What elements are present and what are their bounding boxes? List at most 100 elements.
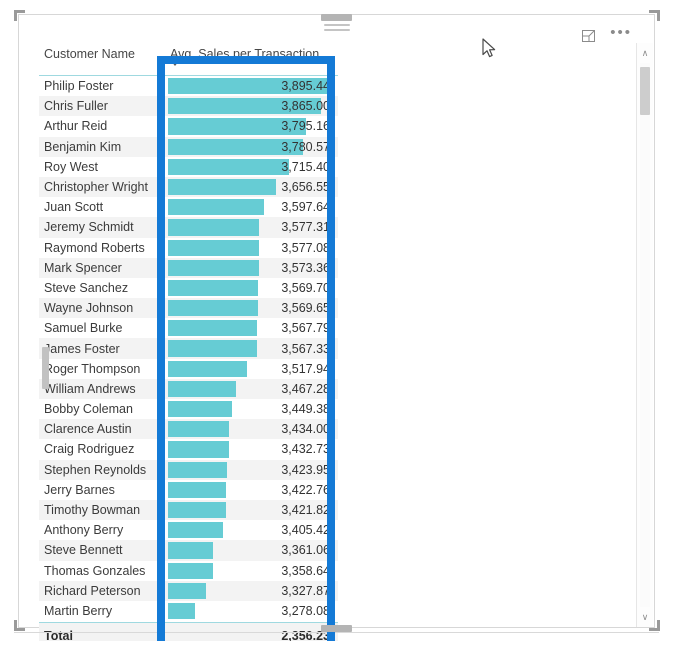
cell-avg-sales[interactable]: 3,569.70 bbox=[162, 278, 338, 298]
cell-avg-sales[interactable]: 3,715.40 bbox=[162, 157, 338, 177]
data-bar bbox=[168, 279, 258, 297]
table-row[interactable]: Samuel Burke 3,567.79 bbox=[39, 318, 338, 339]
resize-handle-bottom-center[interactable] bbox=[321, 625, 352, 632]
table-row[interactable]: Juan Scott 3,597.64 bbox=[39, 197, 338, 218]
cell-avg-sales-label: 3,567.79 bbox=[281, 321, 330, 336]
cell-avg-sales[interactable]: 3,656.55 bbox=[162, 177, 338, 197]
cell-avg-sales[interactable]: 3,577.08 bbox=[162, 238, 338, 258]
table-row[interactable]: Clarence Austin 3,434.00 bbox=[39, 419, 338, 440]
table-row[interactable]: Bobby Coleman 3,449.38 bbox=[39, 399, 338, 420]
cell-avg-sales[interactable]: 3,327.87 bbox=[162, 581, 338, 601]
cell-avg-sales[interactable]: 3,432.73 bbox=[162, 439, 338, 459]
cell-avg-sales[interactable]: 3,780.57 bbox=[162, 137, 338, 157]
table-row[interactable]: Anthony Berry 3,405.42 bbox=[39, 520, 338, 541]
cell-customer-name: Steve Bennett bbox=[44, 543, 123, 558]
cell-avg-sales-label: 3,327.87 bbox=[281, 583, 330, 598]
visual-vertical-scrollbar[interactable]: ∧ ∨ bbox=[636, 43, 653, 627]
scroll-up-arrow-icon[interactable]: ∧ bbox=[637, 45, 653, 61]
table-row[interactable]: Roy West 3,715.40 bbox=[39, 156, 338, 177]
data-bar bbox=[168, 602, 196, 620]
focus-mode-icon[interactable] bbox=[580, 27, 598, 45]
cell-avg-sales-label: 3,577.08 bbox=[281, 240, 330, 255]
cell-avg-sales[interactable]: 3,597.64 bbox=[162, 197, 338, 217]
data-bar bbox=[168, 360, 247, 377]
cell-customer-name: Chris Fuller bbox=[44, 99, 108, 114]
table-row[interactable]: William Andrews 3,467.28 bbox=[39, 378, 338, 399]
data-bar bbox=[168, 158, 289, 175]
cell-customer-name: Steve Sanchez bbox=[44, 280, 129, 295]
cell-avg-sales[interactable]: 3,795.16 bbox=[162, 116, 338, 136]
table-row[interactable]: Roger Thompson 3,517.94 bbox=[39, 358, 338, 379]
cell-avg-sales[interactable]: 3,422.76 bbox=[162, 480, 338, 500]
table-row[interactable]: Chris Fuller 3,865.00 bbox=[39, 96, 338, 117]
table-row[interactable]: Stephen Reynolds 3,423.95 bbox=[39, 459, 338, 480]
table-row[interactable]: Martin Berry 3,278.08 bbox=[39, 600, 338, 622]
cell-avg-sales[interactable]: 3,577.31 bbox=[162, 217, 338, 237]
table-row[interactable]: Benjamin Kim 3,780.57 bbox=[39, 136, 338, 157]
visual-header-icons: ••• bbox=[580, 25, 632, 45]
cell-customer-name: Bobby Coleman bbox=[44, 402, 133, 417]
cell-customer-name: Stephen Reynolds bbox=[44, 462, 147, 477]
more-options-icon[interactable]: ••• bbox=[610, 25, 632, 44]
sort-descending-icon[interactable] bbox=[171, 61, 179, 66]
cell-avg-sales[interactable]: 3,895.44 bbox=[162, 76, 338, 96]
cell-avg-sales[interactable]: 3,865.00 bbox=[162, 96, 338, 116]
data-bar bbox=[168, 340, 258, 357]
visual-drag-grip-icon[interactable] bbox=[324, 24, 350, 33]
table-row[interactable]: Arthur Reid 3,795.16 bbox=[39, 116, 338, 137]
table-row[interactable]: Jeremy Schmidt 3,577.31 bbox=[39, 217, 338, 238]
table-row[interactable]: Richard Peterson 3,327.87 bbox=[39, 580, 338, 601]
table-row[interactable]: Jerry Barnes 3,422.76 bbox=[39, 479, 338, 500]
cell-customer-name: James Foster bbox=[44, 341, 120, 356]
cell-customer-name: Juan Scott bbox=[44, 200, 104, 215]
cell-avg-sales[interactable]: 3,421.82 bbox=[162, 500, 338, 520]
data-bar bbox=[168, 219, 260, 236]
cell-customer-name: Philip Foster bbox=[44, 79, 114, 94]
cell-avg-sales[interactable]: 3,569.65 bbox=[162, 298, 338, 318]
table-row[interactable]: Thomas Gonzales 3,358.64 bbox=[39, 560, 338, 581]
cell-avg-sales-label: 3,795.16 bbox=[281, 119, 330, 134]
cell-avg-sales[interactable]: 3,517.94 bbox=[162, 359, 338, 379]
resize-handle-top-left[interactable] bbox=[14, 10, 25, 21]
cell-customer-name: Timothy Bowman bbox=[44, 503, 141, 518]
table-row[interactable]: Wayne Johnson 3,569.65 bbox=[39, 298, 338, 319]
table-vertical-scrollbar[interactable] bbox=[42, 71, 49, 641]
cell-avg-sales[interactable]: 3,449.38 bbox=[162, 399, 338, 419]
cell-avg-sales[interactable]: 3,405.42 bbox=[162, 520, 338, 540]
visual-scrollbar-thumb[interactable] bbox=[640, 67, 650, 115]
cell-avg-sales[interactable]: 3,434.00 bbox=[162, 419, 338, 439]
table-row[interactable]: Mark Spencer 3,573.36 bbox=[39, 257, 338, 278]
table-row[interactable]: Craig Rodriguez 3,432.73 bbox=[39, 439, 338, 460]
table-row[interactable]: Steve Bennett 3,361.06 bbox=[39, 540, 338, 561]
resize-handle-bottom-right[interactable] bbox=[649, 620, 660, 631]
table-row[interactable]: James Foster 3,567.33 bbox=[39, 338, 338, 359]
cell-avg-sales[interactable]: 3,423.95 bbox=[162, 460, 338, 480]
resize-handle-top-right[interactable] bbox=[649, 10, 660, 21]
table-row[interactable]: Christopher Wright 3,656.55 bbox=[39, 176, 338, 198]
table-row[interactable]: Philip Foster 3,895.44 bbox=[39, 76, 338, 97]
table-visual-container[interactable]: ••• Customer Name Avg. Sales per Transac… bbox=[18, 14, 655, 641]
cell-avg-sales[interactable]: 3,358.64 bbox=[162, 561, 338, 581]
cell-avg-sales[interactable]: 3,467.28 bbox=[162, 379, 338, 399]
resize-handle-bottom-left[interactable] bbox=[14, 620, 25, 631]
cell-customer-name: Thomas Gonzales bbox=[44, 563, 146, 578]
cell-avg-sales[interactable]: 3,278.08 bbox=[162, 601, 338, 621]
resize-handle-top-center[interactable] bbox=[321, 14, 352, 21]
data-bar bbox=[168, 380, 236, 397]
cell-avg-sales-label: 3,432.73 bbox=[281, 442, 330, 457]
visual-scrollbar-track[interactable] bbox=[640, 63, 650, 607]
table-row[interactable]: Steve Sanchez 3,569.70 bbox=[39, 277, 338, 299]
cell-avg-sales[interactable]: 3,573.36 bbox=[162, 258, 338, 278]
cell-avg-sales[interactable]: 3,567.33 bbox=[162, 338, 338, 358]
table-row[interactable]: Timothy Bowman 3,421.82 bbox=[39, 499, 338, 521]
table-scrollbar-thumb[interactable] bbox=[42, 347, 49, 389]
cell-customer-name: Richard Peterson bbox=[44, 583, 141, 598]
cell-avg-sales[interactable]: 3,567.79 bbox=[162, 318, 338, 338]
report-page: ••• Customer Name Avg. Sales per Transac… bbox=[0, 0, 673, 651]
column-header-avg-sales[interactable]: Avg. Sales per Transaction bbox=[162, 47, 338, 66]
cell-customer-name: Arthur Reid bbox=[44, 119, 108, 134]
matrix-table-scroll-region[interactable]: Customer Name Avg. Sales per Transaction… bbox=[39, 31, 651, 641]
cell-avg-sales[interactable]: 3,361.06 bbox=[162, 540, 338, 560]
column-header-customer-name[interactable]: Customer Name bbox=[39, 47, 162, 61]
table-row[interactable]: Raymond Roberts 3,577.08 bbox=[39, 237, 338, 258]
